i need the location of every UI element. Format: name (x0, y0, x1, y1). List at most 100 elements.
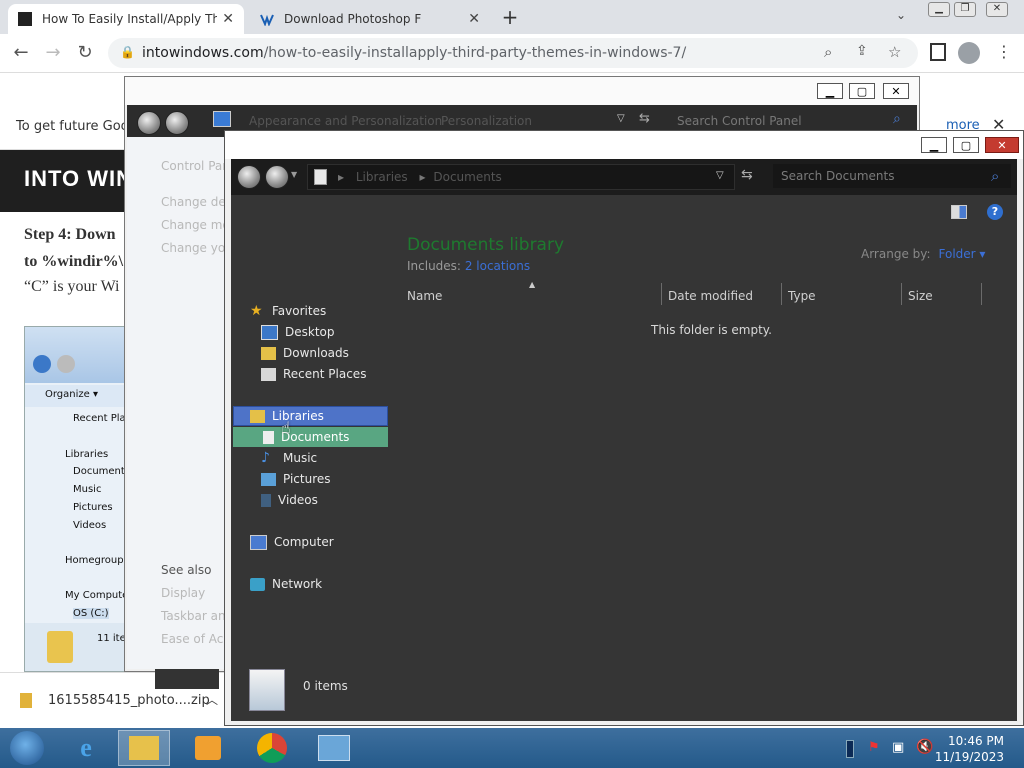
start-button[interactable] (2, 730, 52, 766)
side-panel-icon[interactable] (930, 43, 946, 61)
column-header-name[interactable]: Name (407, 289, 442, 303)
share-icon[interactable]: ⇪ (856, 43, 868, 59)
taskbar-control-panel[interactable] (308, 730, 360, 766)
download-filename[interactable]: 1615585415_photo....zip (48, 693, 210, 708)
restore-icon[interactable]: ❐ (954, 2, 976, 17)
refresh-icon[interactable]: ⇆ (639, 111, 650, 126)
taskbar-clock[interactable]: 10:46 PM 11/19/2023 (935, 733, 1004, 765)
forward-orb-icon[interactable] (265, 165, 289, 189)
sidebar-link[interactable]: Change you (161, 241, 233, 255)
taskbar: e ⚑ ▣ 🔇 10:46 PM 11/19/2023 (0, 728, 1024, 768)
dropdown-arrow-icon[interactable]: ▽ (617, 113, 625, 124)
explorer-address-bar: ▼ ▸ Libraries ▸ Documents ▽ ⇆ Search Doc… (231, 159, 1017, 195)
reload-icon[interactable]: ↻ (74, 42, 96, 64)
list-item: Music (73, 484, 102, 495)
tab-close-icon[interactable]: ✕ (468, 11, 480, 27)
minimize-button[interactable]: ▁ (817, 83, 843, 99)
menu-dots-icon[interactable]: ⋮ (996, 42, 1012, 61)
breadcrumb-item[interactable]: Libraries (356, 170, 408, 184)
refresh-icon[interactable]: ⇆ (741, 167, 753, 183)
tray-icon[interactable] (846, 740, 854, 758)
nav-music[interactable]: ♪ Music (261, 448, 317, 468)
search-icon[interactable]: ⌕ (824, 43, 832, 61)
preview-pane-icon[interactable] (951, 205, 967, 219)
column-header-size[interactable]: Size (908, 289, 933, 303)
maximize-button[interactable]: ▢ (849, 83, 875, 99)
profile-avatar-icon[interactable] (958, 42, 980, 64)
minimize-icon[interactable]: ▁ (928, 2, 950, 17)
search-icon[interactable]: ⌕ (991, 167, 999, 185)
back-orb-icon[interactable] (137, 111, 161, 135)
taskbar-internet-explorer[interactable]: e (60, 730, 112, 766)
folder-icon (129, 736, 159, 760)
chevron-right-icon: ▸ (338, 170, 345, 184)
taskbar-chrome[interactable] (246, 730, 298, 766)
locations-link[interactable]: 2 locations (465, 259, 530, 273)
close-button[interactable]: ✕ (883, 83, 909, 99)
chevron-up-icon[interactable]: ︿ (206, 691, 218, 708)
taskbar-media-player[interactable] (182, 730, 234, 766)
nav-favorites[interactable]: ★ Favorites (250, 301, 326, 321)
site-logo[interactable]: INTO WIN (24, 166, 133, 192)
nav-network[interactable]: Network (250, 574, 322, 594)
videos-icon (261, 493, 271, 507)
address-bar[interactable]: 🔒 intowindows.com/how-to-easily-installa… (108, 38, 918, 68)
nav-recent-places[interactable]: Recent Places (261, 364, 366, 384)
nav-libraries[interactable]: Libraries (233, 406, 388, 426)
tab-search-chevron-icon[interactable]: ⌄ (896, 8, 906, 22)
close-button[interactable]: ✕ (985, 137, 1019, 153)
tab-close-icon[interactable]: ✕ (222, 11, 234, 27)
network-tray-icon[interactable]: ▣ (892, 740, 904, 755)
action-center-flag-icon[interactable]: ⚑ (868, 740, 880, 755)
nav-pictures[interactable]: Pictures (261, 469, 331, 489)
forward-arrow-icon[interactable]: → (42, 42, 64, 64)
sidebar-link[interactable]: Display (161, 586, 205, 600)
help-icon[interactable]: ? (987, 204, 1003, 220)
notification-text: To get future Goog (16, 119, 137, 134)
search-icon[interactable]: ⌕ (893, 111, 901, 127)
breadcrumb-item[interactable]: Documents (433, 170, 501, 184)
nav-desktop[interactable]: Desktop (261, 322, 335, 342)
back-arrow-icon[interactable]: ← (10, 42, 32, 64)
search-input[interactable]: Search Documents ⌕ (773, 164, 1011, 188)
close-icon[interactable]: ✕ (986, 2, 1008, 17)
nav-computer[interactable]: Computer (250, 532, 334, 552)
breadcrumb-item[interactable]: Appearance and Personalization (249, 114, 442, 128)
tab-title: Download Photoshop F (284, 12, 422, 26)
window-titlebar: ▁ ▢ ✕ (225, 131, 1023, 159)
breadcrumb-item[interactable]: Personalization (441, 114, 532, 128)
arrange-by-dropdown[interactable]: Folder ▾ (939, 247, 986, 261)
documents-library-icon (249, 669, 285, 711)
minimize-button[interactable]: ▁ (921, 137, 947, 153)
history-chevron-icon[interactable]: ▼ (291, 170, 297, 179)
control-panel-icon (318, 735, 350, 761)
volume-muted-icon[interactable]: 🔇 (916, 739, 933, 755)
list-item: Recent Plac (73, 413, 132, 424)
empty-folder-message: This folder is empty. (651, 323, 772, 337)
new-tab-button[interactable]: + (498, 4, 522, 30)
nav-downloads[interactable]: Downloads (261, 343, 349, 363)
back-orb-icon[interactable] (237, 165, 261, 189)
tab-photoshop[interactable]: Download Photoshop F ✕ (250, 4, 490, 34)
list-item: Videos (73, 520, 107, 531)
search-input[interactable]: Search Control Panel (677, 114, 802, 128)
tab-intowindows[interactable]: How To Easily Install/Apply Third ✕ (8, 4, 244, 34)
sidebar-link[interactable]: Taskbar and (161, 609, 233, 623)
bookmark-star-icon[interactable]: ☆ (888, 43, 901, 61)
taskbar-explorer[interactable] (118, 730, 170, 766)
explorer-window: ▁ ▢ ✕ ▼ ▸ Libraries ▸ Documents ▽ ⇆ Sear… (224, 130, 1024, 726)
browser-tab-strip: How To Easily Install/Apply Third ✕ Down… (0, 0, 1024, 34)
forward-orb-icon[interactable] (165, 111, 189, 135)
organize-label: Organize ▾ (45, 389, 98, 400)
address-field[interactable]: ▸ Libraries ▸ Documents ▽ (307, 164, 735, 190)
intowindows-favicon-icon (18, 12, 32, 26)
nav-documents[interactable]: Documents (233, 427, 388, 447)
maximize-button[interactable]: ▢ (953, 137, 979, 153)
dropdown-arrow-icon[interactable]: ▽ (716, 170, 724, 181)
documents-icon (314, 169, 327, 185)
column-header-type[interactable]: Type (788, 289, 816, 303)
nav-videos[interactable]: Videos (261, 490, 318, 510)
media-player-icon (195, 736, 221, 760)
article-screenshot: Organize ▾ Recent Plac Libraries Documen… (24, 326, 136, 672)
column-header-date-modified[interactable]: Date modified (668, 289, 753, 303)
